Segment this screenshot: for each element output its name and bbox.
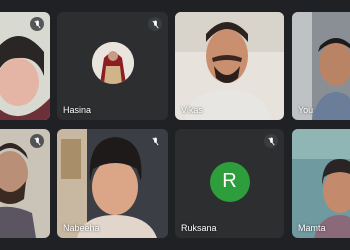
participant-tile-7[interactable]: R Ruksana	[175, 129, 284, 238]
participant-tile-3[interactable]: Vikas	[175, 12, 284, 120]
participant-name: You	[298, 105, 314, 115]
participant-video	[175, 12, 284, 120]
participant-video	[0, 129, 50, 238]
participant-tile-2[interactable]: Hasina	[57, 12, 168, 120]
mic-off-icon	[264, 134, 278, 148]
mic-off-icon	[148, 17, 162, 31]
participant-name: Mamta	[298, 223, 326, 233]
participant-tile-5[interactable]	[0, 129, 50, 238]
participant-tile-1[interactable]	[0, 12, 50, 120]
participant-tile-8[interactable]: Mamta	[292, 129, 350, 238]
participant-name: Vikas	[181, 105, 203, 115]
participant-tile-6[interactable]: Nabeeha	[57, 129, 168, 238]
avatar	[91, 42, 134, 84]
participant-tile-4[interactable]: You	[292, 12, 350, 120]
mic-off-icon	[30, 17, 44, 31]
mic-off-icon	[30, 134, 44, 148]
participant-name: Ruksana	[181, 223, 217, 233]
participant-video	[292, 129, 350, 238]
participant-video	[292, 12, 350, 120]
participant-name: Hasina	[63, 105, 92, 115]
mic-off-icon	[148, 134, 162, 148]
participant-name: Nabeeha	[63, 223, 100, 233]
avatar: R	[209, 161, 250, 202]
